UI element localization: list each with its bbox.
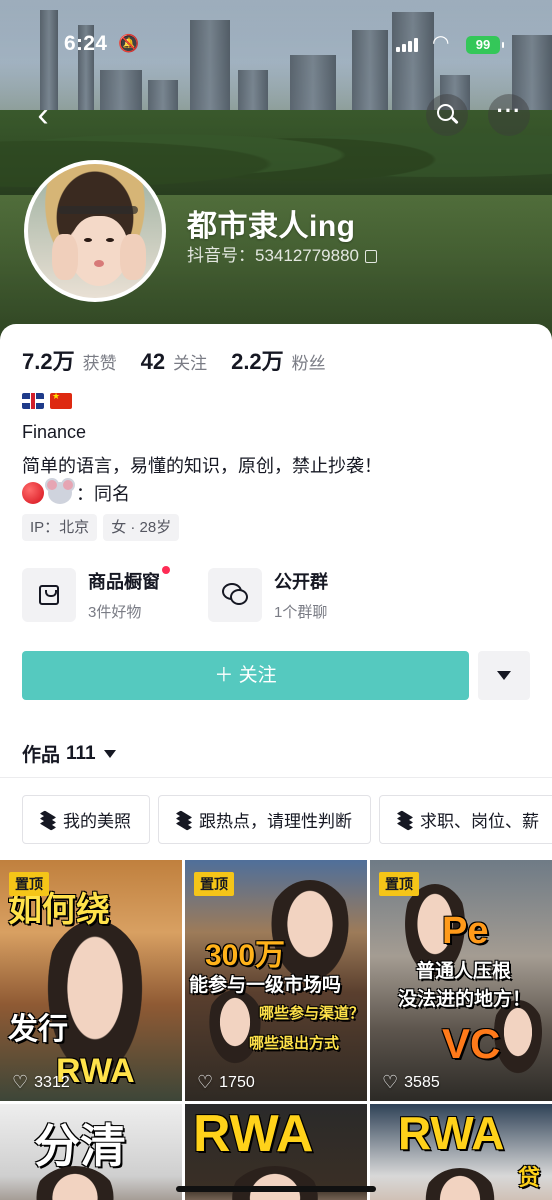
bio-line-text: ：同名 [76, 484, 130, 504]
video-likes: ♡ 3585 [382, 1072, 440, 1093]
back-arrow-icon[interactable]: ‹ [22, 96, 64, 138]
video-grid: 如何绕 发行 RWA 置顶 ♡ 3312 300万 能参与一级市场吗 哪些参与渠道… [0, 860, 552, 1200]
collection-label: 跟热点，请理性判断 [199, 812, 352, 831]
heart-icon: ♡ [382, 1072, 399, 1092]
heart-icon: ♡ [197, 1072, 214, 1092]
mute-bell-icon: 🔕 [118, 34, 140, 53]
video-likes: ♡ 1750 [197, 1072, 255, 1093]
profile-tags: IP：北京 女 · 28岁 [22, 514, 180, 541]
public-group-entry[interactable]: 公开群 1个群聊 [208, 568, 394, 622]
works-label: 作品 [22, 745, 61, 766]
heart-icon: ♡ [12, 1072, 29, 1092]
video-thumbnail[interactable]: 分清 [0, 1104, 182, 1200]
status-time: 6:24 [64, 32, 108, 55]
pinned-badge: 置顶 [9, 872, 49, 896]
gender-age-tag: 女 · 28岁 [103, 514, 180, 541]
video-thumbnail[interactable]: 300万 能参与一级市场吗 哪些参与渠道？ 哪些退出方式 置顶 ♡ 1750 [185, 860, 367, 1101]
notification-dot [162, 566, 170, 574]
stat-followers[interactable]: 2.2万 粉丝 [231, 344, 326, 376]
collection-chip[interactable]: 跟热点，请理性判断 [158, 795, 371, 844]
feature-title: 公开群 [274, 572, 328, 592]
video-thumbnail[interactable]: RWA 贷 [370, 1104, 552, 1200]
thumbnail-overlay-text: 哪些参与渠道？ [259, 1005, 365, 1022]
stat-value: 42 [140, 349, 166, 374]
red-circle-icon [22, 482, 44, 504]
stat-label: 获赞 [82, 354, 117, 373]
stat-value: 2.2万 [231, 349, 284, 374]
stack-icon [175, 810, 193, 830]
more-options-button[interactable]: ··· [488, 94, 530, 136]
thumbnail-overlay-text: 发行 [8, 1013, 68, 1046]
video-thumbnail[interactable]: 如何绕 发行 RWA 置顶 ♡ 3312 [0, 860, 182, 1101]
likes-count: 1750 [219, 1073, 255, 1091]
video-thumbnail[interactable]: Pe 普通人压根 没法进的地方！ VC 置顶 ♡ 3585 [370, 860, 552, 1101]
shopping-bag-icon [22, 568, 76, 622]
status-bar: 6:24 🔕 ◠ 99 [0, 0, 552, 88]
thumbnail-overlay-text: RWA [398, 1107, 505, 1159]
thumbnail-overlay-text: 能参与一级市场吗 [189, 975, 342, 996]
thumbnail-overlay-text: RWA [193, 1105, 314, 1163]
mouse-face-icon [45, 478, 75, 504]
collection-label: 我的美照 [63, 812, 131, 831]
group-chat-icon [208, 568, 262, 622]
home-indicator[interactable] [176, 1186, 376, 1192]
profile-nickname: 都市隶人ing [187, 210, 356, 243]
copy-icon[interactable] [365, 250, 378, 263]
thumbnail-overlay-text: 没法进的地方！ [398, 989, 532, 1010]
shop-window-entry[interactable]: 商品橱窗 3件好物 [22, 566, 208, 622]
avatar[interactable] [24, 160, 166, 302]
collections-row: 我的美照 跟热点，请理性判断 求职、岗位、薪 [22, 795, 552, 844]
stat-label: 粉丝 [291, 354, 326, 373]
cellular-signal-icon [396, 36, 422, 52]
china-flag-icon [50, 393, 72, 409]
thumbnail-overlay-text: 贷 [518, 1165, 541, 1190]
thumbnail-overlay-text: Pe [442, 910, 489, 952]
collection-chip[interactable]: 求职、岗位、薪 [379, 795, 552, 844]
collection-chip[interactable]: 我的美照 [22, 795, 150, 844]
stat-value: 7.2万 [22, 349, 75, 374]
stack-icon [39, 810, 57, 830]
stat-following[interactable]: 42 关注 [141, 349, 207, 375]
divider [0, 777, 552, 778]
bio-flags [22, 393, 72, 409]
likes-count: 3312 [34, 1073, 70, 1091]
thumbnail-overlay-text: 哪些退出方式 [249, 1035, 340, 1052]
follow-button[interactable]: ＋ 关注 [22, 651, 469, 700]
profile-card: 7.2万 获赞 42 关注 2.2万 粉丝 Finance 简单的语言，易懂的知… [0, 324, 552, 1200]
bio-line: Finance [22, 422, 87, 442]
caret-down-icon [103, 749, 116, 758]
likes-count: 3585 [404, 1073, 440, 1091]
wifi-icon: ◠ [432, 32, 450, 54]
feature-title: 商品橱窗 [88, 572, 160, 592]
thumbnail-overlay-text: 普通人压根 [416, 961, 512, 982]
uk-flag-icon [22, 393, 44, 409]
pinned-badge: 置顶 [194, 872, 234, 896]
feature-subtitle: 1个群聊 [274, 604, 328, 621]
douyin-id-text: 抖音号：53412779880 [187, 246, 360, 265]
search-button[interactable] [426, 94, 468, 136]
collection-label: 求职、岗位、薪 [420, 812, 539, 831]
stack-icon [396, 810, 414, 830]
bio-line: ：同名 [22, 478, 130, 506]
ip-location-tag: IP：北京 [22, 514, 98, 541]
recommend-dropdown-button[interactable] [478, 651, 530, 700]
video-likes: ♡ 3312 [12, 1072, 70, 1093]
feature-subtitle: 3件好物 [88, 604, 142, 621]
thumbnail-overlay-text: 300万 [205, 939, 286, 972]
works-tab[interactable]: 作品 111 [22, 740, 116, 767]
battery-indicator: 99 [466, 36, 504, 54]
profile-stats: 7.2万 获赞 42 关注 2.2万 粉丝 [22, 344, 350, 374]
stat-likes[interactable]: 7.2万 获赞 [22, 344, 117, 376]
pinned-badge: 置顶 [379, 872, 419, 896]
profile-features: 商品橱窗 3件好物 公开群 1个群聊 [22, 566, 394, 622]
stat-label: 关注 [173, 354, 208, 373]
bio-line: 简单的语言，易懂的知识，原创，禁止抄袭！ [22, 456, 382, 476]
douyin-id[interactable]: 抖音号：53412779880 [187, 241, 378, 266]
works-count: 111 [66, 742, 96, 764]
thumbnail-overlay-text: VC [442, 1020, 501, 1067]
